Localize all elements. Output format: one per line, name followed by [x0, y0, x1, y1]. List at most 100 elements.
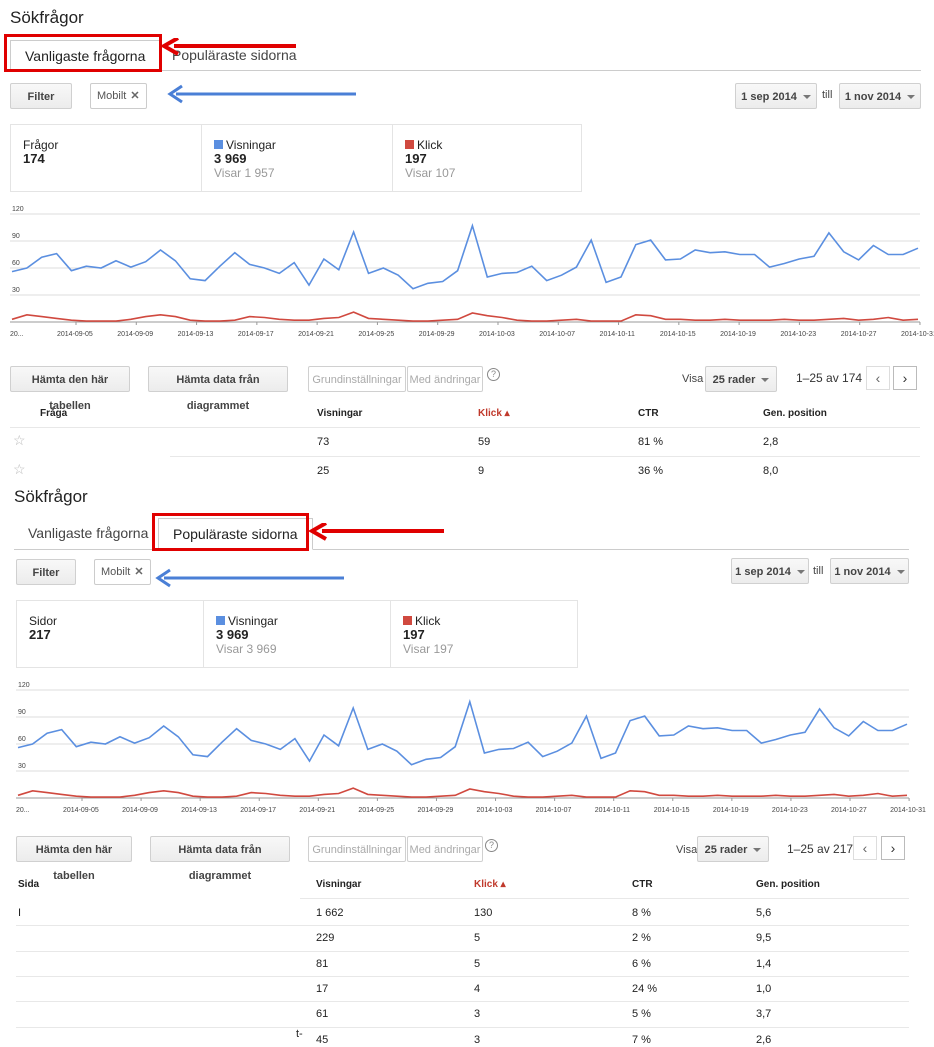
x-tick-label: 2014-10-27	[841, 331, 877, 338]
panel-top-pages: Sökfrågor Vanligaste frågorna Populärast…	[0, 482, 934, 1047]
series-line-klick[interactable]	[17, 787, 908, 798]
x-tick-label: 2014-09-29	[419, 331, 455, 338]
star-icon[interactable]: ☆	[13, 461, 26, 478]
filter-button[interactable]: Filter	[10, 83, 72, 109]
changes-view-button[interactable]: Med ändringar	[407, 366, 483, 392]
x-tick-label: 2014-09-25	[358, 807, 394, 814]
cell-page[interactable]: t-	[296, 1028, 303, 1040]
stat-clicks[interactable]: Klick 197 Visar 107	[393, 125, 583, 191]
date-from-select[interactable]: 1 sep 2014	[731, 558, 809, 584]
blue-square-icon	[216, 616, 225, 625]
blue-arrow-annotation	[155, 568, 344, 588]
row-divider	[16, 925, 909, 927]
stat-value: 197	[405, 151, 427, 166]
pagination-range: 1–25 av 174	[796, 371, 863, 385]
cell-impressions: 25	[317, 465, 330, 477]
cell-clicks: 4	[474, 982, 481, 995]
filter-chip-mobile[interactable]: Mobilt ✕	[94, 559, 151, 585]
close-icon[interactable]: ✕	[134, 566, 143, 578]
stat-label: Klick	[417, 138, 443, 152]
col-header-position[interactable]: Gen. position	[756, 879, 820, 890]
stat-queries[interactable]: Frågor 174	[11, 125, 202, 191]
download-table-button[interactable]: Hämta den här tabellen	[16, 836, 132, 882]
x-tick-label: 2014-10-03	[479, 331, 515, 338]
y-tick-label: 30	[12, 287, 20, 294]
stat-sub: Visar 107	[405, 166, 456, 180]
cell-impressions: 45	[316, 1033, 329, 1046]
stat-impressions[interactable]: Visningar 3 969 Visar 3 969	[204, 601, 391, 667]
chevron-left-icon[interactable]: ‹	[866, 366, 890, 390]
date-to-select[interactable]: 1 nov 2014	[839, 83, 921, 109]
close-icon[interactable]: ✕	[130, 90, 139, 102]
cell-impressions: 73	[317, 436, 330, 448]
default-view-button[interactable]: Grundinställningar	[308, 836, 406, 862]
star-icon[interactable]: ☆	[13, 432, 26, 449]
cell-ctr: 5 %	[632, 1008, 651, 1021]
cell-position: 1,4	[756, 957, 772, 970]
rows-select[interactable]: 25 rader	[697, 836, 769, 862]
highlight-box	[152, 513, 309, 551]
download-table-button[interactable]: Hämta den här tabellen	[10, 366, 130, 412]
changes-view-button[interactable]: Med ändringar	[407, 836, 483, 862]
row-divider	[170, 456, 920, 457]
x-tick-label: 2014-10-11	[600, 331, 635, 338]
stat-pages[interactable]: Sidor 217	[17, 601, 204, 667]
chevron-right-icon[interactable]: ›	[881, 836, 905, 860]
col-header-impressions[interactable]: Visningar	[317, 408, 362, 419]
cell-impressions: 81	[316, 957, 329, 970]
cell-clicks: 5	[474, 957, 481, 970]
stat-clicks[interactable]: Klick 197 Visar 197	[391, 601, 577, 667]
red-arrow-annotation	[308, 523, 444, 541]
cell-position: 8,0	[763, 465, 779, 477]
cell-impressions: 17	[316, 982, 329, 995]
help-icon[interactable]: ?	[485, 839, 498, 852]
y-tick-label: 90	[12, 233, 20, 240]
y-tick-label: 120	[12, 206, 24, 213]
chevron-left-icon[interactable]: ‹	[853, 836, 877, 860]
col-header-page[interactable]: Sida	[18, 879, 39, 890]
date-from-select[interactable]: 1 sep 2014	[735, 83, 817, 109]
col-header-ctr[interactable]: CTR	[638, 408, 659, 419]
cell-position: 5,6	[756, 907, 772, 919]
chevron-right-icon[interactable]: ›	[893, 366, 917, 390]
page-title: Sökfrågor	[14, 487, 88, 506]
col-header-clicks[interactable]: Klick ▴	[478, 408, 510, 419]
series-line-visningar[interactable]	[11, 222, 919, 290]
rows-select[interactable]: 25 rader	[705, 366, 777, 392]
col-header-impressions[interactable]: Visningar	[316, 879, 361, 890]
col-header-position[interactable]: Gen. position	[763, 408, 827, 419]
chevron-down-icon	[753, 848, 762, 853]
cell-clicks: 3	[474, 1008, 481, 1021]
x-tick-label: 2014-09-17	[240, 807, 276, 814]
cell-clicks: 130	[474, 907, 493, 919]
stat-sub: Visar 3 969	[216, 642, 277, 656]
series-line-klick[interactable]	[11, 311, 919, 322]
tab-top-queries[interactable]: Vanligaste frågorna	[14, 518, 162, 548]
filter-chip-mobile[interactable]: Mobilt ✕	[90, 83, 147, 109]
download-chart-button[interactable]: Hämta data från diagrammet	[150, 836, 290, 882]
cell-ctr: 81 %	[638, 436, 664, 448]
date-from-label: 1 sep 2014	[741, 91, 797, 103]
row-divider	[10, 427, 920, 428]
blue-square-icon	[214, 140, 223, 149]
x-tick-label: 2014-09-13	[178, 331, 214, 338]
chip-label: Mobilt	[101, 566, 131, 578]
line-chart: 120 90 60 30 20... 2014-09-05 2014-09-09 2014-0…	[16, 682, 926, 821]
stat-impressions[interactable]: Visningar 3 969 Visar 1 957	[202, 125, 393, 191]
series-line-visningar[interactable]	[17, 698, 908, 766]
stats-summary: Sidor 217 Visningar 3 969 Visar 3 969 Kl…	[16, 600, 578, 668]
col-header-clicks[interactable]: Klick ▴	[474, 879, 506, 890]
help-icon[interactable]: ?	[487, 368, 500, 381]
date-to-select[interactable]: 1 nov 2014	[830, 558, 909, 584]
cell-page[interactable]: I	[18, 907, 21, 919]
col-header-ctr[interactable]: CTR	[632, 879, 653, 890]
filter-button[interactable]: Filter	[16, 559, 76, 585]
x-tick-label: 2014-10-11	[595, 807, 630, 814]
col-header-query[interactable]: Fråga	[40, 408, 67, 419]
blue-arrow-annotation	[167, 84, 356, 104]
download-chart-button[interactable]: Hämta data från diagrammet	[148, 366, 288, 412]
default-view-button[interactable]: Grundinställningar	[308, 366, 406, 392]
y-tick-label: 60	[12, 260, 20, 267]
chart-svg: 120 90 60 30 20... 2014-09-05 2014-09-09 2014-0…	[16, 682, 926, 814]
date-separator: till	[822, 89, 833, 101]
